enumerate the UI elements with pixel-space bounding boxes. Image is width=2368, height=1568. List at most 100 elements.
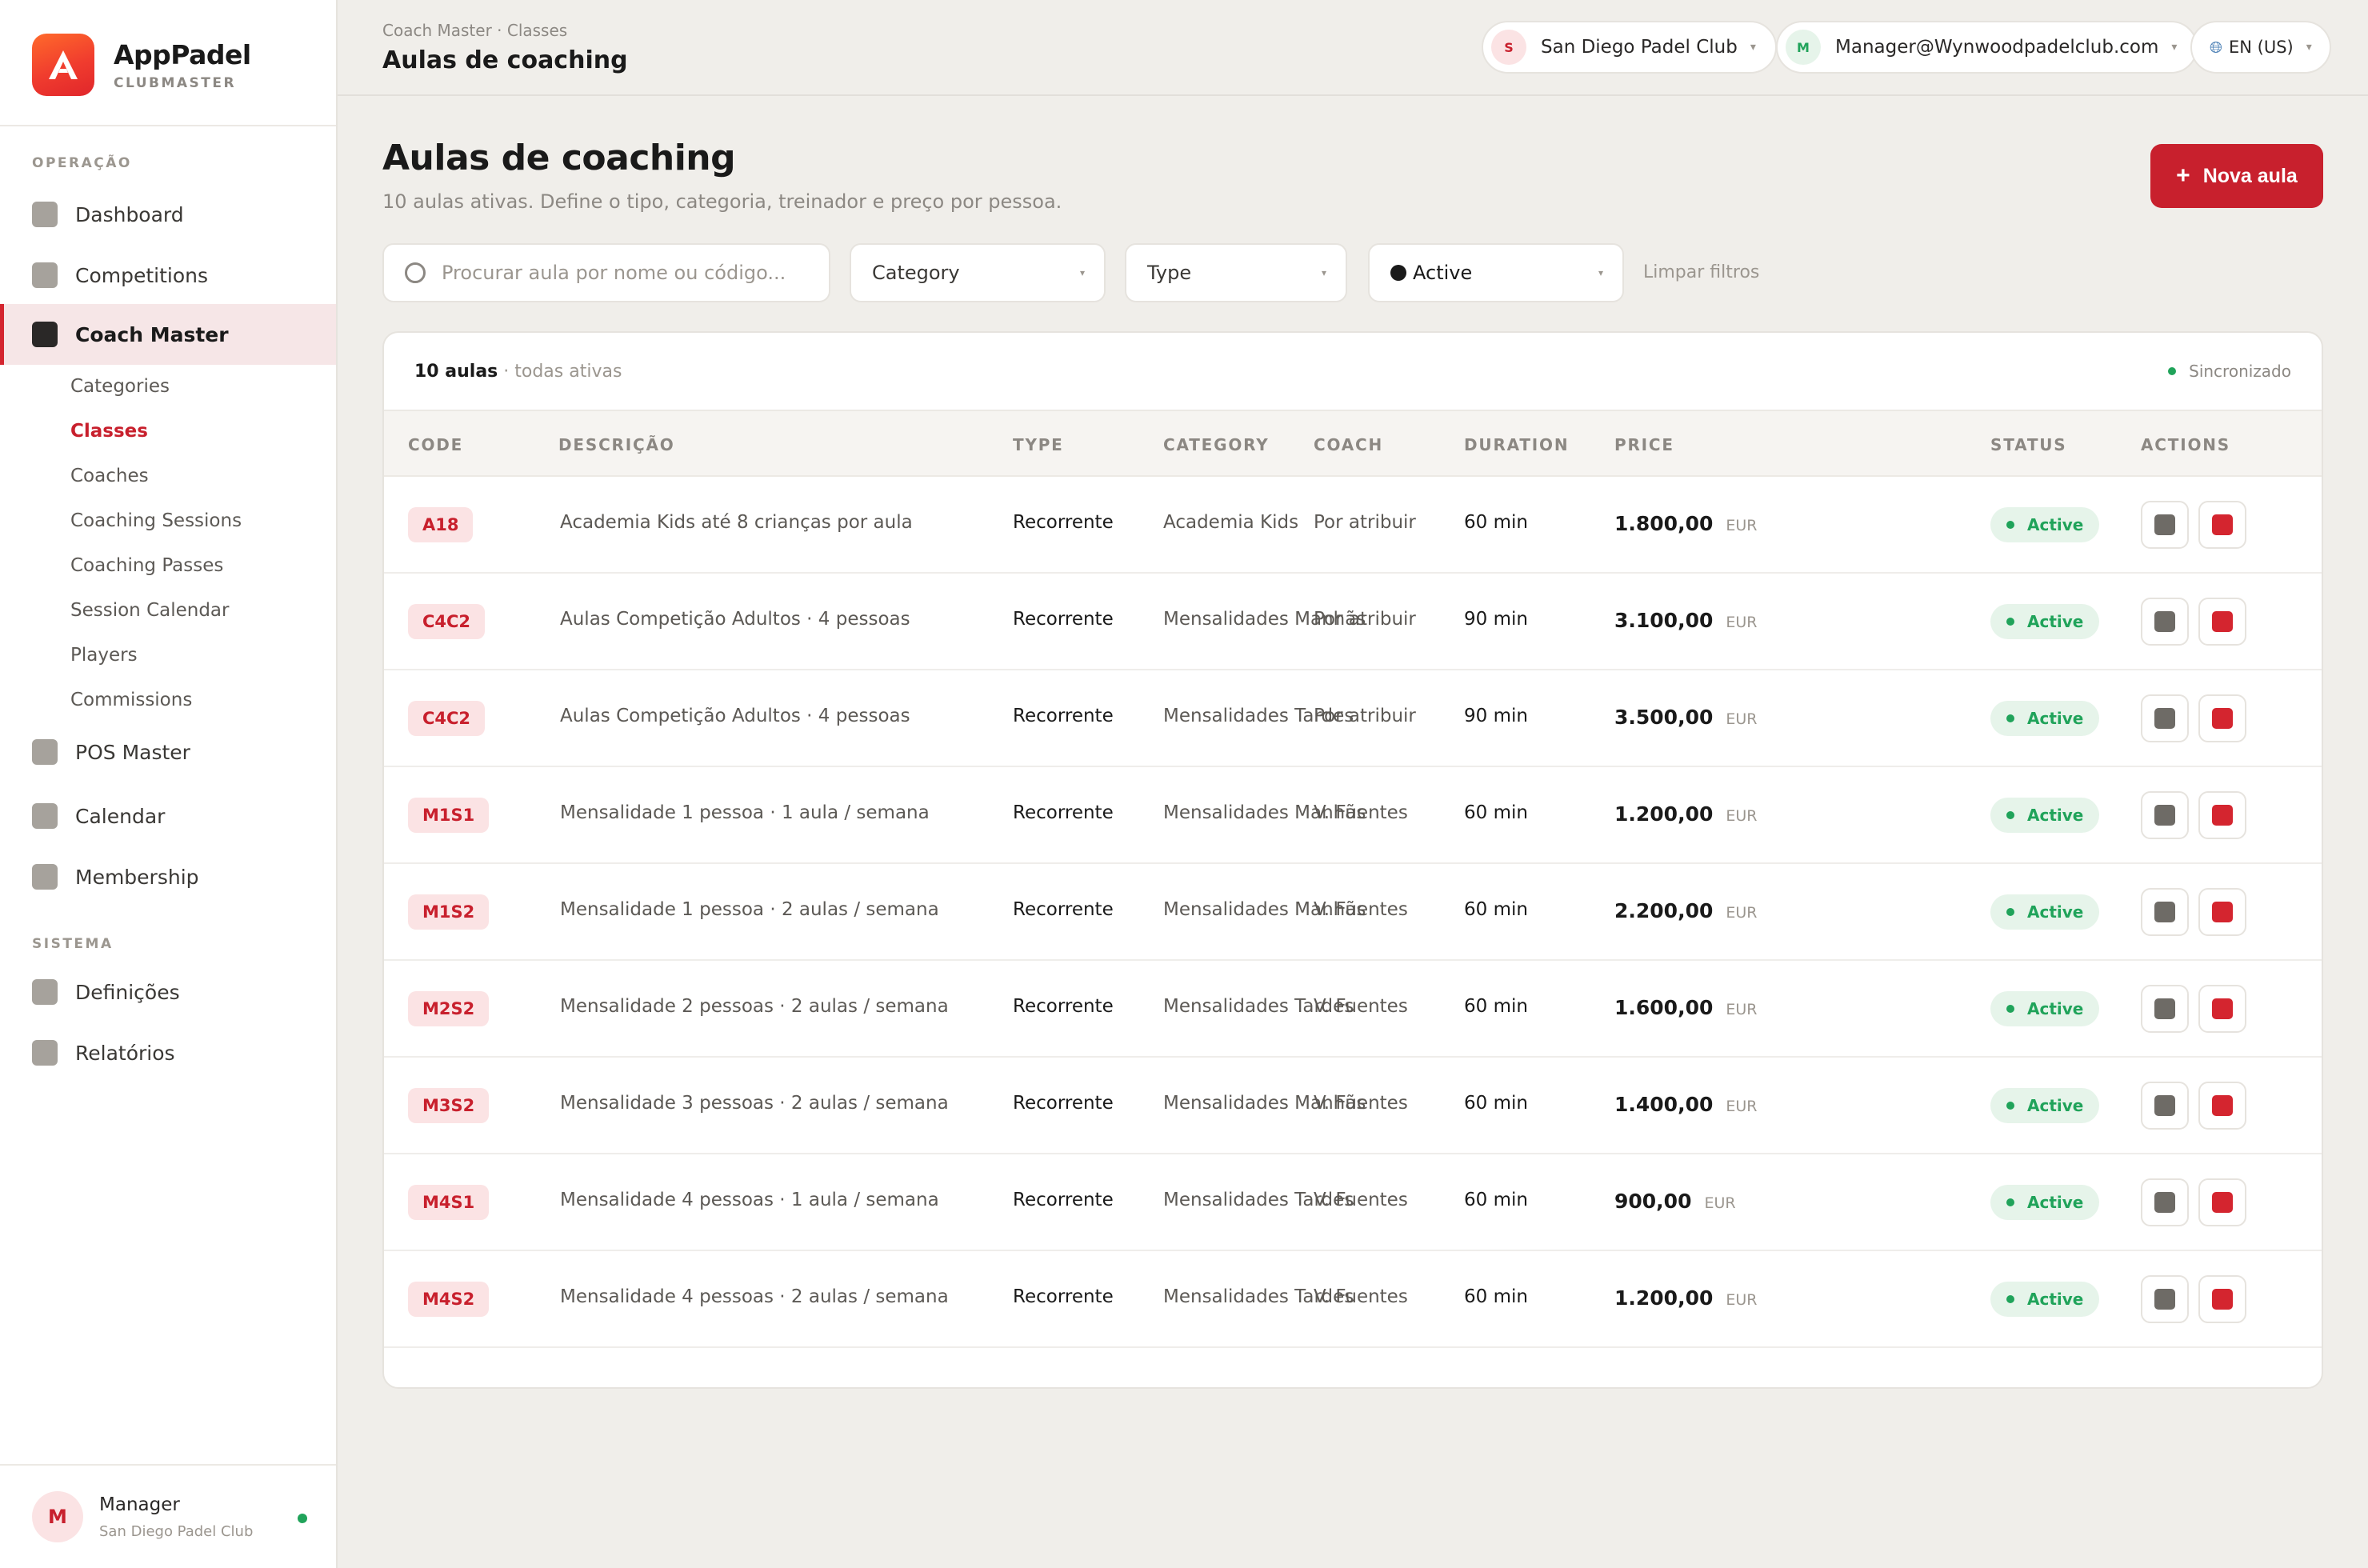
table-row[interactable]: C4C2 Aulas Competição Adultos · 4 pessoas… bbox=[384, 574, 2322, 670]
sidebar-subitem-session-calendar[interactable]: Session Calendar bbox=[70, 600, 230, 621]
sidebar-subitem-commissions[interactable]: Commissions bbox=[70, 690, 192, 710]
status-dot-icon bbox=[2006, 1198, 2014, 1206]
sidebar-item-relatorios[interactable]: Relatórios bbox=[0, 1022, 336, 1083]
clear-filters-link[interactable]: Limpar filtros bbox=[1643, 262, 1759, 282]
class-duration: 60 min bbox=[1464, 1286, 1528, 1307]
status-badge: Active bbox=[1990, 701, 2100, 736]
class-description: Mensalidade 4 pessoas · 1 aula / semana bbox=[560, 1190, 939, 1210]
column-header-price[interactable]: PRICE bbox=[1614, 435, 1674, 454]
class-duration: 60 min bbox=[1464, 1093, 1528, 1114]
column-header-coach[interactable]: COACH bbox=[1314, 435, 1383, 454]
edit-button[interactable] bbox=[2141, 694, 2189, 742]
sidebar-subitem-coaching-sessions[interactable]: Coaching Sessions bbox=[70, 510, 242, 531]
status-label: Active bbox=[2027, 999, 2084, 1018]
status-dot-icon bbox=[2006, 521, 2014, 529]
table-row[interactable]: M1S1 Mensalidade 1 pessoa · 1 aula / sema… bbox=[384, 767, 2322, 864]
class-price-value: 3.500,00 bbox=[1614, 706, 1714, 729]
delete-button[interactable] bbox=[2198, 598, 2246, 646]
club-initial: S bbox=[1491, 30, 1526, 65]
column-header-type[interactable]: TYPE bbox=[1013, 435, 1064, 454]
sidebar-subitem-players[interactable]: Players bbox=[70, 645, 138, 666]
page-subtitle: 10 aulas ativas. Define o tipo, categori… bbox=[382, 190, 1062, 213]
avatar: M bbox=[32, 1491, 83, 1542]
class-type: Recorrente bbox=[1013, 512, 1114, 533]
sidebar-item-coach-master[interactable]: Coach Master bbox=[0, 304, 336, 365]
class-description: Academia Kids até 8 crianças por aula bbox=[560, 512, 913, 533]
sidebar-item-calendar[interactable]: Calendar bbox=[0, 786, 336, 846]
edit-button[interactable] bbox=[2141, 1178, 2189, 1226]
column-header-duration[interactable]: DURATION bbox=[1464, 435, 1569, 454]
status-label: Active bbox=[2027, 1193, 2084, 1212]
delete-button[interactable] bbox=[2198, 985, 2246, 1033]
class-type: Recorrente bbox=[1013, 609, 1114, 630]
user-profile[interactable]: M Manager San Diego Padel Club bbox=[0, 1464, 336, 1568]
edit-icon bbox=[2154, 708, 2175, 729]
class-coach: Por atribuir bbox=[1314, 609, 1416, 630]
column-header-status[interactable]: STATUS bbox=[1990, 435, 2067, 454]
sidebar-subitem-classes[interactable]: Classes bbox=[70, 421, 148, 442]
class-code-badge: M4S2 bbox=[408, 1282, 490, 1317]
brand[interactable]: AppPadel CLUBMASTER bbox=[32, 34, 251, 96]
table-row[interactable]: A18 Academia Kids até 8 crianças por aula… bbox=[384, 477, 2322, 574]
table-row[interactable]: C4C2 Aulas Competição Adultos · 4 pessoas… bbox=[384, 670, 2322, 767]
class-price-value: 3.100,00 bbox=[1614, 609, 1714, 632]
club-name: San Diego Padel Club bbox=[1541, 37, 1738, 58]
chevron-down-icon: ▾ bbox=[2306, 41, 2312, 54]
table-row[interactable]: M2S2 Mensalidade 2 pessoas · 2 aulas / se… bbox=[384, 961, 2322, 1058]
edit-button[interactable] bbox=[2141, 501, 2189, 549]
type-select[interactable]: Type ▾ bbox=[1125, 243, 1347, 302]
user-selector[interactable]: M Manager@Wynwoodpadelclub.com ▾ bbox=[1776, 21, 2198, 74]
edit-button[interactable] bbox=[2141, 888, 2189, 936]
breadcrumb[interactable]: Coach Master · Classes bbox=[382, 21, 567, 40]
column-header-code[interactable]: CODE bbox=[408, 435, 463, 454]
status-dot-icon bbox=[2006, 714, 2014, 722]
table-row[interactable]: M3S2 Mensalidade 3 pessoas · 2 aulas / se… bbox=[384, 1058, 2322, 1154]
edit-button[interactable] bbox=[2141, 791, 2189, 839]
class-description: Mensalidade 4 pessoas · 2 aulas / semana bbox=[560, 1286, 949, 1307]
sidebar-item-definicoes[interactable]: Definições bbox=[0, 962, 336, 1022]
search-input[interactable]: Procurar aula por nome ou código... bbox=[382, 243, 830, 302]
class-price-value: 900,00 bbox=[1614, 1190, 1692, 1213]
user-email: Manager@Wynwoodpadelclub.com bbox=[1835, 37, 2159, 58]
edit-button[interactable] bbox=[2141, 1082, 2189, 1130]
delete-button[interactable] bbox=[2198, 501, 2246, 549]
status-badge: Active bbox=[1990, 1185, 2100, 1220]
sidebar-item-dashboard[interactable]: Dashboard bbox=[0, 184, 336, 245]
sidebar-subitem-coaches[interactable]: Coaches bbox=[70, 466, 149, 486]
delete-button[interactable] bbox=[2198, 1178, 2246, 1226]
new-class-button[interactable]: + Nova aula bbox=[2150, 144, 2323, 208]
competitions-icon bbox=[32, 262, 58, 288]
sidebar-item-competitions[interactable]: Competitions bbox=[0, 245, 336, 306]
sidebar-subitem-categories[interactable]: Categories bbox=[70, 376, 170, 397]
sidebar-subitem-coaching-passes[interactable]: Coaching Passes bbox=[70, 555, 223, 576]
chevron-down-icon: ▾ bbox=[1321, 267, 1326, 278]
category-select[interactable]: Category ▾ bbox=[850, 243, 1106, 302]
column-header-category[interactable]: CATEGORY bbox=[1163, 435, 1270, 454]
sidebar-item-pos-master[interactable]: POS Master bbox=[0, 722, 336, 782]
table-row[interactable]: M4S2 Mensalidade 4 pessoas · 2 aulas / se… bbox=[384, 1251, 2322, 1348]
class-code-badge: A18 bbox=[408, 507, 474, 542]
table-row[interactable]: M4S1 Mensalidade 4 pessoas · 1 aula / sem… bbox=[384, 1154, 2322, 1251]
class-type: Recorrente bbox=[1013, 1190, 1114, 1210]
table-row[interactable]: M1S2 Mensalidade 1 pessoa · 2 aulas / sem… bbox=[384, 864, 2322, 961]
edit-button[interactable] bbox=[2141, 598, 2189, 646]
delete-button[interactable] bbox=[2198, 791, 2246, 839]
chevron-down-icon: ▾ bbox=[2171, 41, 2178, 54]
edit-icon bbox=[2154, 611, 2175, 632]
sidebar-item-membership[interactable]: Membership bbox=[0, 846, 336, 907]
column-header-description[interactable]: DESCRIÇÃO bbox=[558, 435, 675, 454]
status-select[interactable]: Active ▾ bbox=[1368, 243, 1624, 302]
class-count-value: 10 aulas bbox=[414, 362, 498, 382]
class-code-badge: M3S2 bbox=[408, 1088, 490, 1123]
delete-button[interactable] bbox=[2198, 694, 2246, 742]
class-description: Mensalidade 2 pessoas · 2 aulas / semana bbox=[560, 996, 949, 1017]
delete-button[interactable] bbox=[2198, 1275, 2246, 1323]
class-code-badge: C4C2 bbox=[408, 701, 486, 736]
edit-button[interactable] bbox=[2141, 1275, 2189, 1323]
language-selector[interactable]: 🌐︎ EN (US) ▾ bbox=[2190, 21, 2331, 74]
classes-table-card: 10 aulas · todas ativas Sincronizado COD… bbox=[382, 331, 2323, 1389]
delete-button[interactable] bbox=[2198, 1082, 2246, 1130]
edit-button[interactable] bbox=[2141, 985, 2189, 1033]
club-selector[interactable]: S San Diego Padel Club ▾ bbox=[1482, 21, 1777, 74]
delete-button[interactable] bbox=[2198, 888, 2246, 936]
